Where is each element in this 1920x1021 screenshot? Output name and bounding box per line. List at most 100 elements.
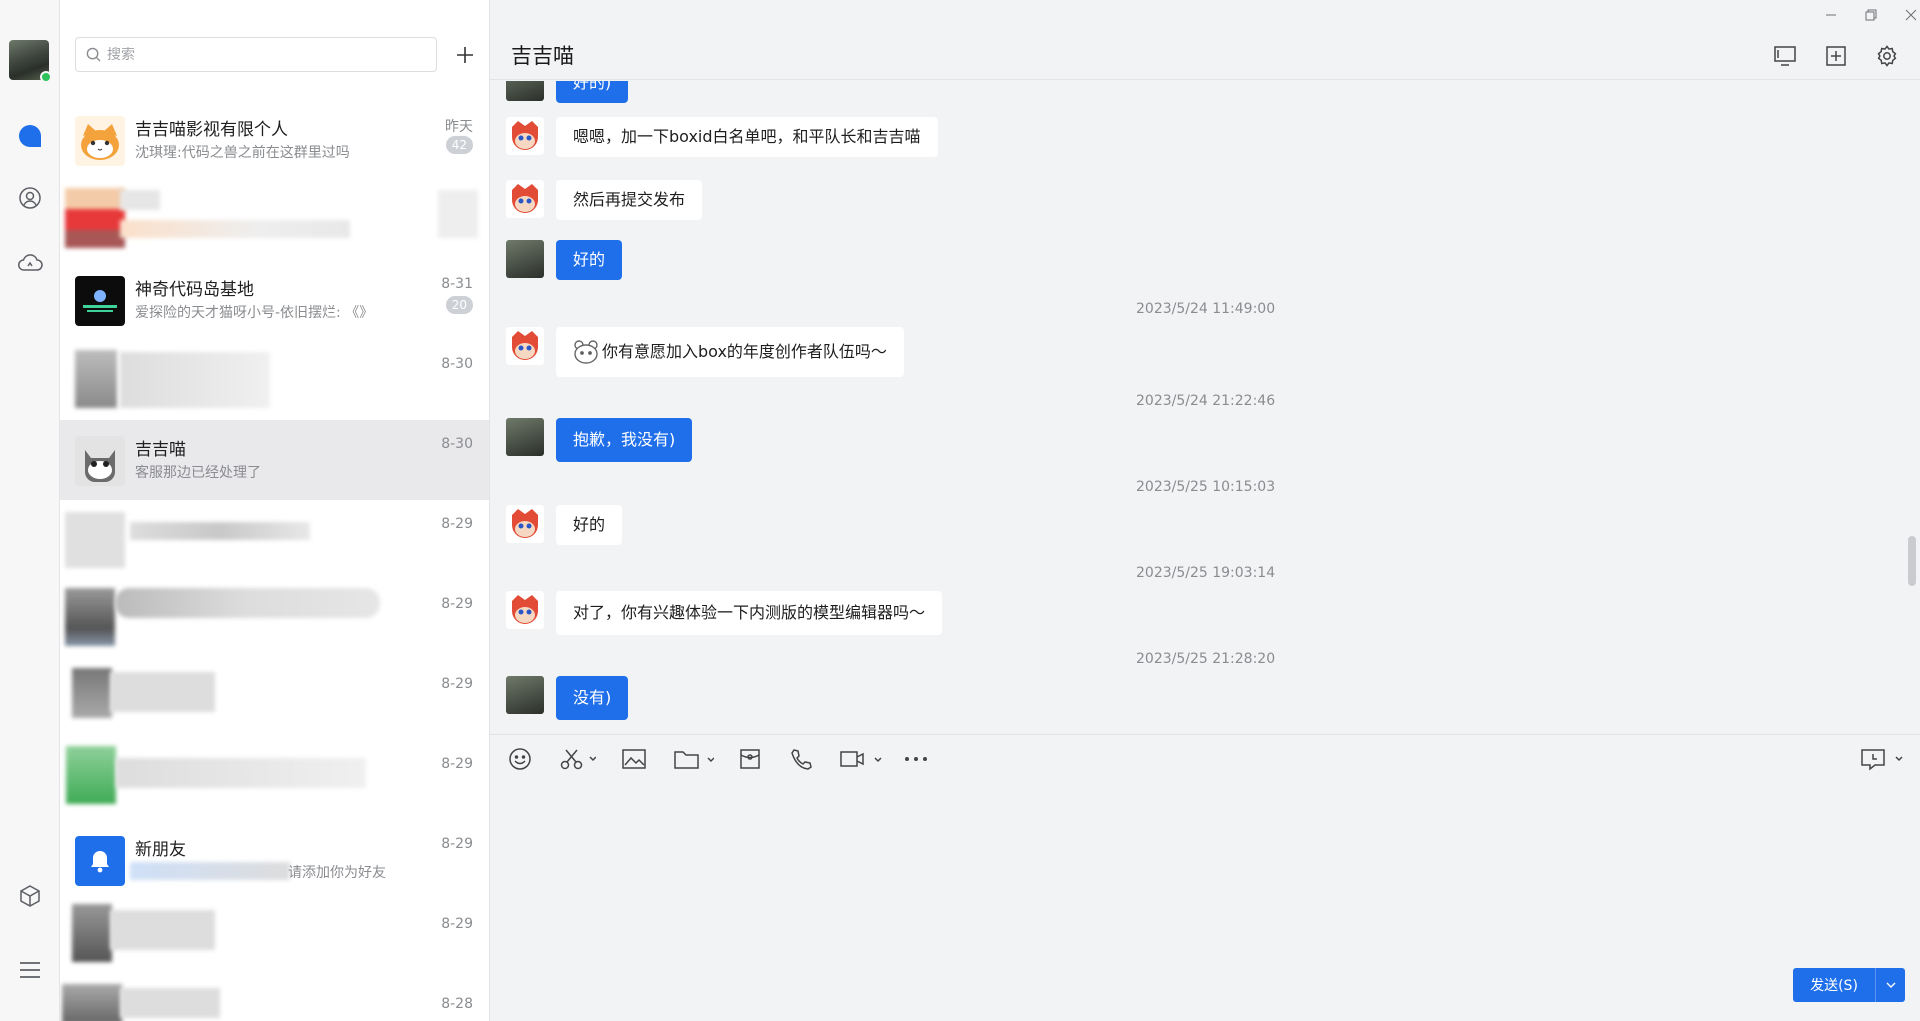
- conversation-item[interactable]: 8-29: [60, 740, 489, 820]
- conversation-time: 8-29: [441, 756, 473, 772]
- contacts-icon[interactable]: [14, 182, 46, 214]
- conversation-item[interactable]: 神奇代码岛基地 爱探险的天才猫呀小号-依旧摆烂: 《》 8-31 20: [60, 260, 489, 340]
- chat-pane: 吉吉喵 好的) 嗯嗯，加一下boxid白名单吧，和平队长和吉吉喵 然后再提交发布…: [490, 0, 1920, 1021]
- close-icon: [1905, 9, 1917, 21]
- message-bubble[interactable]: 没有): [556, 676, 629, 720]
- avatar: [506, 81, 544, 101]
- conversation-preview: 客服那边已经处理了: [135, 465, 261, 481]
- emoji-icon[interactable]: [508, 745, 532, 773]
- avatar: [75, 836, 125, 886]
- conversation-item[interactable]: 8-29: [60, 580, 489, 660]
- chat-title: 吉吉喵: [511, 44, 574, 68]
- conversation-item-selected[interactable]: 吉吉喵 客服那边已经处理了 8-30: [60, 420, 489, 500]
- redacted-text: [116, 758, 366, 788]
- conversation-name: 吉吉喵影视有限个人: [135, 120, 288, 140]
- message-text: 你有意愿加入box的年度创作者队伍吗～: [602, 342, 887, 361]
- redacted-text: [110, 910, 215, 950]
- message-bubble[interactable]: 对了，你有兴趣体验一下内测版的模型编辑器吗～: [556, 591, 943, 635]
- avatar: [506, 180, 544, 218]
- search-box[interactable]: [75, 37, 437, 72]
- chat-icon[interactable]: [14, 120, 46, 152]
- phone-icon[interactable]: [790, 745, 812, 773]
- message-bubble[interactable]: 好的: [556, 505, 623, 545]
- conversation-item[interactable]: 吉吉喵影视有限个人 沈琪瑆:代码之兽之前在这群里过吗 昨天 42: [60, 100, 489, 180]
- conversation-item[interactable]: 8-30: [60, 340, 489, 420]
- message-timestamp: 2023/5/25 21:28:20: [1136, 651, 1276, 667]
- redacted-avatar: [75, 350, 117, 408]
- online-status-dot: [40, 71, 52, 83]
- redacted-avatar: [72, 904, 112, 962]
- message-timestamp: 2023/5/24 21:22:46: [1136, 393, 1276, 409]
- screen-share-icon[interactable]: [1771, 42, 1799, 70]
- search-input[interactable]: [107, 46, 407, 63]
- conversation-item[interactable]: [60, 180, 489, 260]
- restore-button[interactable]: [1856, 4, 1886, 26]
- conversation-item[interactable]: 8-28: [60, 980, 489, 1021]
- add-button[interactable]: [450, 40, 480, 70]
- chat-header: 吉吉喵: [490, 0, 1920, 80]
- conversation-name: 新朋友: [135, 840, 186, 860]
- minimize-button[interactable]: [1816, 4, 1846, 26]
- minimize-icon: [1826, 14, 1836, 16]
- conversation-time: 8-29: [441, 596, 473, 612]
- bell-icon: [91, 851, 109, 873]
- conversation-item[interactable]: 8-29: [60, 500, 489, 580]
- red-packet-icon[interactable]: [738, 745, 762, 773]
- conversation-list: 吉吉喵影视有限个人 沈琪瑆:代码之兽之前在这群里过吗 昨天 42 神奇代码岛基地…: [60, 100, 489, 1021]
- plus-icon: [457, 47, 473, 63]
- add-member-icon[interactable]: [1822, 42, 1850, 70]
- my-avatar[interactable]: [9, 40, 52, 83]
- send-options-dropdown[interactable]: [1875, 968, 1905, 1002]
- menu-icon[interactable]: [14, 954, 46, 986]
- settings-icon[interactable]: [1873, 42, 1901, 70]
- send-button[interactable]: 发送(S): [1793, 968, 1905, 1002]
- conversation-item[interactable]: 8-29: [60, 660, 489, 740]
- conversation-time: 8-30: [441, 356, 473, 372]
- avatar: [506, 676, 544, 714]
- conversation-name: 神奇代码岛基地: [135, 280, 254, 300]
- message-scrollbar[interactable]: [1908, 536, 1916, 586]
- avatar: [506, 591, 544, 629]
- scissors-icon[interactable]: [560, 745, 596, 773]
- redacted-text: [130, 862, 290, 880]
- message-bubble[interactable]: 好的): [556, 81, 629, 103]
- composer-toolbar: [490, 734, 1920, 784]
- message-bubble[interactable]: 你有意愿加入box的年度创作者队伍吗～: [556, 327, 904, 377]
- redacted-avatar: [72, 668, 112, 718]
- close-button[interactable]: [1896, 4, 1920, 26]
- video-icon[interactable]: [840, 745, 882, 773]
- more-icon[interactable]: [904, 745, 928, 773]
- chevron-down-icon: [1886, 982, 1895, 988]
- conversation-time: 8-29: [441, 836, 473, 852]
- message-timestamp: 2023/5/25 19:03:14: [1136, 565, 1276, 581]
- redacted-text: [120, 988, 220, 1018]
- conversation-name: 吉吉喵: [135, 440, 186, 460]
- conversation-item[interactable]: 新朋友 请添加你为好友 8-29: [60, 820, 489, 900]
- avatar: [75, 276, 125, 326]
- redacted-text: [130, 522, 310, 540]
- message-bubble[interactable]: 好的: [556, 240, 623, 280]
- conversation-preview: 请添加你为好友: [288, 865, 386, 881]
- message-bubble[interactable]: 抱歉，我没有): [556, 418, 693, 462]
- message-bubble[interactable]: 然后再提交发布: [556, 180, 703, 220]
- send-button-label: 发送(S): [1810, 978, 1858, 994]
- conversation-item[interactable]: 8-29: [60, 900, 489, 980]
- cloud-icon[interactable]: [14, 247, 46, 279]
- image-icon[interactable]: [622, 745, 646, 773]
- redacted-text: [110, 672, 215, 712]
- folder-icon[interactable]: [674, 745, 714, 773]
- avatar: [75, 436, 125, 486]
- redacted-time: [438, 190, 478, 238]
- message-editor[interactable]: [490, 784, 1920, 964]
- avatar: [506, 418, 544, 456]
- redacted-avatar: [65, 588, 115, 646]
- box-icon[interactable]: [14, 880, 46, 912]
- conversation-list-panel: 吉吉喵影视有限个人 沈琪瑆:代码之兽之前在这群里过吗 昨天 42 神奇代码岛基地…: [60, 0, 490, 1021]
- message-bubble[interactable]: 嗯嗯，加一下boxid白名单吧，和平队长和吉吉喵: [556, 117, 938, 157]
- restore-icon: [1865, 9, 1877, 21]
- conversation-time: 8-30: [441, 436, 473, 452]
- conversation-time: 8-29: [441, 916, 473, 932]
- chat-history-icon[interactable]: [1860, 745, 1904, 773]
- search-icon: [86, 47, 101, 62]
- redacted-text: [120, 220, 350, 238]
